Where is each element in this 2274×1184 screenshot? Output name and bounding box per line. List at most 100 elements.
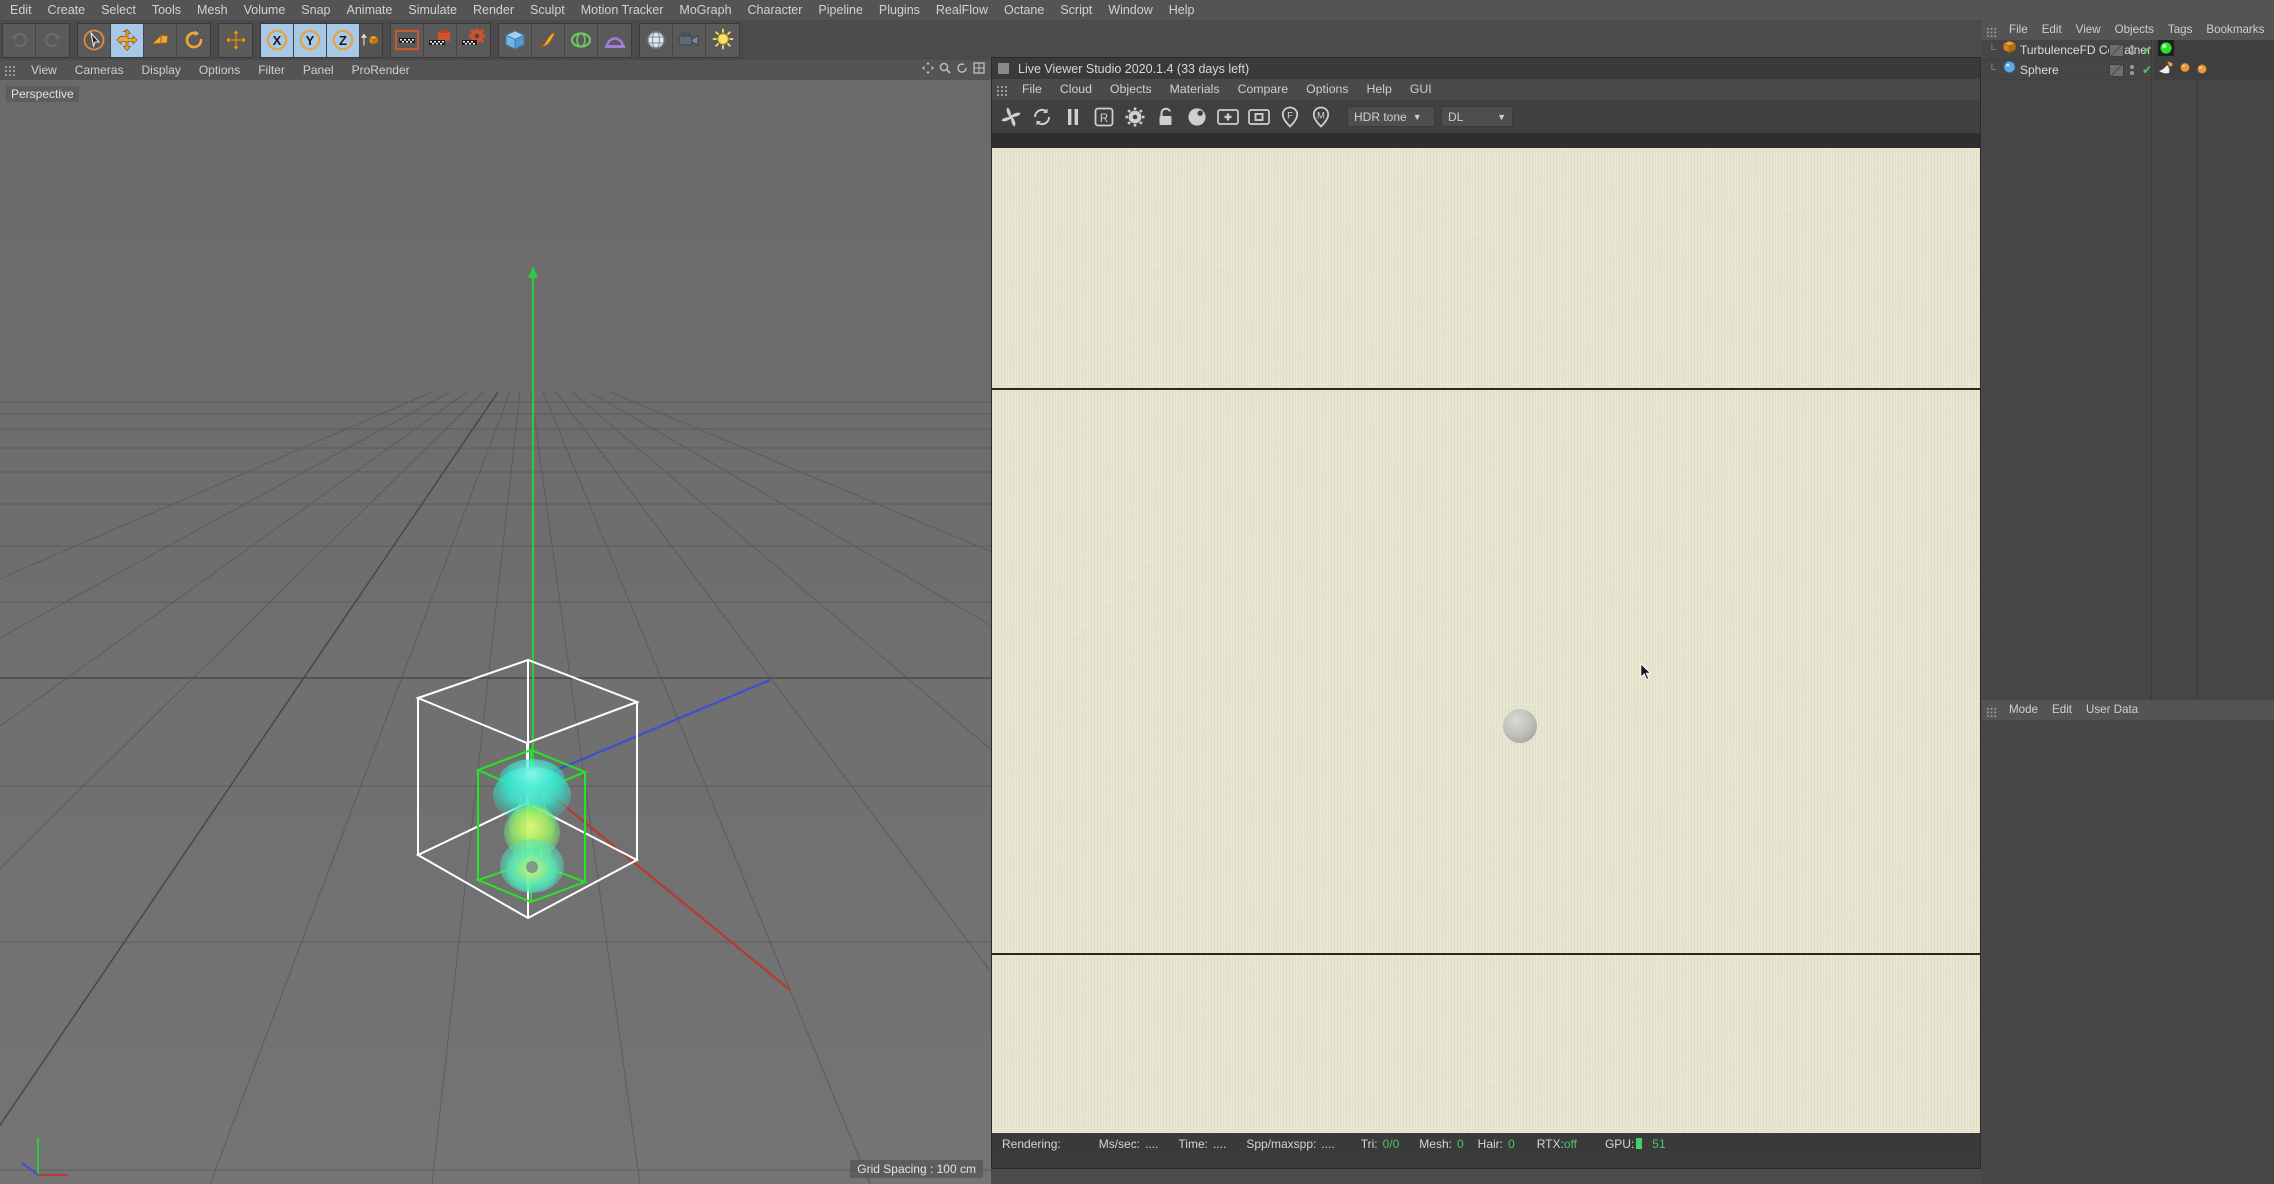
viewport-3d-canvas[interactable]: Perspective Grid Spacing : 100 cm	[0, 80, 991, 1184]
menu-item-script[interactable]: Script	[1052, 0, 1100, 20]
live-selection-icon[interactable]	[78, 23, 111, 57]
menu-item-simulate[interactable]: Simulate	[400, 0, 465, 20]
camera-icon[interactable]	[673, 23, 706, 57]
menu-item-mograph[interactable]: MoGraph	[671, 0, 739, 20]
visibility-toggle[interactable]	[2109, 43, 2124, 57]
live-viewer-menu-gui[interactable]: GUI	[1401, 79, 1441, 100]
visibility-dots[interactable]	[2124, 65, 2140, 75]
live-viewer-menu-cloud[interactable]: Cloud	[1051, 79, 1101, 100]
object-manager-tree[interactable]: └ TurbulenceFD Container ✔ └ Sphere ✔	[1982, 39, 2274, 700]
menu-item-realflow[interactable]: RealFlow	[928, 0, 996, 20]
generator-icon[interactable]	[565, 23, 598, 57]
pause-render-icon[interactable]	[1060, 104, 1085, 129]
focus-picker-icon[interactable]: F	[1277, 104, 1302, 129]
restart-render-icon[interactable]	[1029, 104, 1054, 129]
menu-item-create[interactable]: Create	[40, 0, 94, 20]
attribute-manager-content[interactable]	[1982, 720, 2274, 1184]
viewport-menu-view[interactable]: View	[22, 60, 66, 80]
zoom-view-icon[interactable]	[939, 61, 951, 79]
render-settings-gear-icon[interactable]	[1122, 104, 1147, 129]
enable-check-icon[interactable]: ✔	[2140, 63, 2154, 77]
render-region-icon[interactable]	[424, 23, 457, 57]
menu-item-snap[interactable]: Snap	[293, 0, 338, 20]
environment-icon[interactable]	[640, 23, 673, 57]
menu-item-animate[interactable]: Animate	[339, 0, 401, 20]
y-axis-lock-icon[interactable]: Y	[294, 23, 327, 57]
menu-item-pipeline[interactable]: Pipeline	[810, 0, 870, 20]
octane-vdb-tag-icon[interactable]	[2158, 39, 2174, 61]
undo-icon[interactable]	[3, 23, 36, 57]
tone-mapping-select[interactable]: HDR tone ▼	[1347, 106, 1435, 127]
move-axis-icon[interactable]	[219, 23, 252, 57]
live-viewer-menu-compare[interactable]: Compare	[1229, 79, 1298, 100]
live-viewer-menu-materials[interactable]: Materials	[1161, 79, 1229, 100]
maximize-view-icon[interactable]	[973, 61, 985, 79]
live-viewer-render-area[interactable]: Rendering: Ms/sec: .... Time: .... Spp/m…	[992, 134, 1980, 1154]
viewport-menu-prorender[interactable]: ProRender	[343, 60, 419, 80]
menu-item-octane[interactable]: Octane	[996, 0, 1052, 20]
viewport-menu-filter[interactable]: Filter	[249, 60, 294, 80]
material-picker-icon[interactable]: M	[1308, 104, 1333, 129]
live-viewer-menu-file[interactable]: File	[1013, 79, 1051, 100]
panel-grip-icon[interactable]	[996, 84, 1008, 96]
viewport-menu-options[interactable]: Options	[190, 60, 249, 80]
add-object-icon[interactable]	[1215, 104, 1240, 129]
visibility-dots[interactable]	[2124, 45, 2140, 55]
object-box-icon[interactable]	[1246, 104, 1271, 129]
pan-view-icon[interactable]	[922, 61, 934, 79]
live-viewer-menu-objects[interactable]: Objects	[1101, 79, 1161, 100]
menu-item-plugins[interactable]: Plugins	[871, 0, 928, 20]
world-object-axis-icon[interactable]	[360, 24, 382, 57]
scale-tool-icon[interactable]	[144, 23, 177, 57]
device-select[interactable]: DL ▼	[1441, 106, 1513, 127]
menu-item-sculpt[interactable]: Sculpt	[522, 0, 573, 20]
table-row[interactable]: └ Sphere ✔	[1982, 60, 2274, 80]
enable-check-icon[interactable]: ✔	[2140, 43, 2154, 57]
object-manager-menu-file[interactable]: File	[2002, 20, 2035, 40]
panel-grip-icon[interactable]	[4, 64, 16, 76]
spline-pen-icon[interactable]	[532, 23, 565, 57]
redo-icon[interactable]	[36, 23, 69, 57]
move-tool-icon[interactable]	[111, 23, 144, 57]
object-manager-menu-view[interactable]: View	[2069, 20, 2108, 40]
viewport-menu-panel[interactable]: Panel	[294, 60, 343, 80]
menu-item-volume[interactable]: Volume	[236, 0, 294, 20]
live-viewer-menu-options[interactable]: Options	[1297, 79, 1357, 100]
lock-resolution-icon[interactable]	[1153, 104, 1178, 129]
live-viewer-title-bar[interactable]: Live Viewer Studio 2020.1.4 (33 days lef…	[992, 58, 1980, 79]
menu-item-motion-tracker[interactable]: Motion Tracker	[573, 0, 672, 20]
z-axis-lock-icon[interactable]: Z	[327, 23, 360, 57]
object-manager-menu-edit[interactable]: Edit	[2035, 20, 2069, 40]
attribute-manager-menu-mode[interactable]: Mode	[2002, 700, 2045, 720]
menu-item-render[interactable]: Render	[465, 0, 522, 20]
menu-item-character[interactable]: Character	[740, 0, 811, 20]
visibility-toggle[interactable]	[2109, 63, 2124, 77]
sphere-preview-icon[interactable]	[1184, 104, 1209, 129]
menu-item-edit[interactable]: Edit	[2, 0, 40, 20]
object-manager-menu-tags[interactable]: Tags	[2161, 20, 2200, 40]
menu-item-window[interactable]: Window	[1100, 0, 1160, 20]
rotate-tool-icon[interactable]	[177, 23, 210, 57]
menu-item-tools[interactable]: Tools	[144, 0, 189, 20]
panel-grip-icon[interactable]	[1986, 705, 1997, 717]
attribute-manager-menu-user-data[interactable]: User Data	[2079, 700, 2145, 720]
region-render-icon[interactable]: R	[1091, 104, 1116, 129]
table-row[interactable]: └ TurbulenceFD Container ✔	[1982, 39, 2274, 61]
emitter-tag-icon[interactable]	[2158, 60, 2175, 80]
deformer-icon[interactable]	[598, 23, 631, 57]
viewport-menu-cameras[interactable]: Cameras	[66, 60, 133, 80]
object-tags[interactable]	[2154, 60, 2274, 80]
rotate-view-icon[interactable]	[956, 61, 968, 79]
panel-grip-icon[interactable]	[1986, 25, 1997, 37]
object-manager-menu-bookmarks[interactable]: Bookmarks	[2199, 20, 2271, 40]
viewport-menu-display[interactable]: Display	[132, 60, 189, 80]
object-tags[interactable]	[2154, 39, 2274, 61]
octane-material-tag-icon[interactable]	[2195, 61, 2209, 80]
live-viewer-menu-help[interactable]: Help	[1358, 79, 1401, 100]
stop-render-icon[interactable]	[998, 104, 1023, 129]
render-settings-icon[interactable]	[457, 23, 490, 57]
attribute-manager-menu-edit[interactable]: Edit	[2045, 700, 2079, 720]
menu-item-mesh[interactable]: Mesh	[189, 0, 236, 20]
object-manager-menu-objects[interactable]: Objects	[2108, 20, 2161, 40]
menu-item-help[interactable]: Help	[1161, 0, 1203, 20]
